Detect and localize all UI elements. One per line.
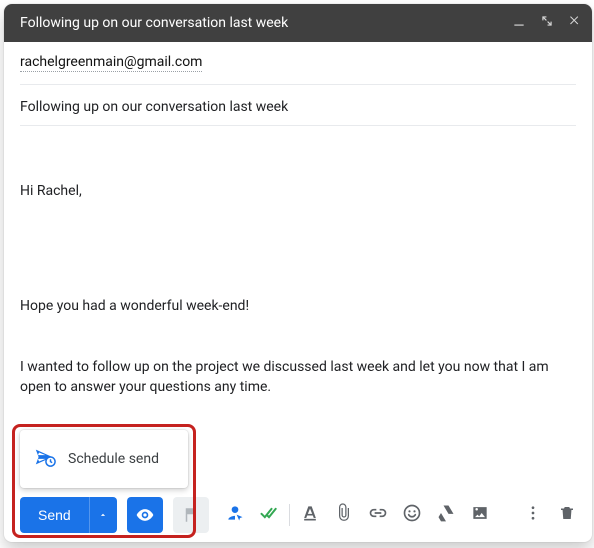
extension-icons [225,503,279,527]
reminder-flag-icon[interactable] [173,497,209,533]
double-check-icon[interactable] [259,503,279,527]
minimize-icon[interactable] [512,14,526,32]
to-field[interactable]: rachelgreenmain@gmail.com [20,54,202,72]
send-button-group: Send [20,497,117,533]
body-line: Hope you had a wonderful week-end! [20,296,576,316]
right-controls [524,504,576,526]
image-icon[interactable] [470,503,490,527]
link-icon[interactable] [368,503,388,527]
window-controls [512,14,582,32]
divider [289,504,290,526]
schedule-send-item[interactable]: Schedule send [20,436,188,482]
send-options-caret[interactable] [89,497,117,533]
window-title: Following up on our conversation last we… [20,15,512,31]
attach-icon[interactable] [334,503,354,527]
send-button[interactable]: Send [20,497,89,533]
subject-field[interactable]: Following up on our conversation last we… [20,99,576,115]
drive-icon[interactable] [436,503,456,527]
schedule-send-label: Schedule send [68,451,159,467]
close-icon[interactable] [568,14,582,32]
schedule-send-icon [34,446,56,472]
compose-toolbar: Send [4,488,592,542]
expand-icon[interactable] [540,14,554,32]
compose-content: rachelgreenmain@gmail.com Following up o… [4,42,592,488]
body-line: I wanted to follow up on the project we … [20,357,576,398]
divider [20,125,576,126]
send-options-popover: Schedule send [20,430,188,488]
compose-window: Following up on our conversation last we… [4,4,592,542]
discard-trash-icon[interactable] [558,504,576,526]
formatting-icons [300,503,490,527]
title-bar: Following up on our conversation last we… [4,4,592,42]
divider [20,84,576,85]
contact-extension-icon[interactable] [225,503,245,527]
text-format-icon[interactable] [300,503,320,527]
emoji-icon[interactable] [402,503,422,527]
tracking-eye-icon[interactable] [127,497,163,533]
more-options-icon[interactable] [524,504,542,526]
body-line: Hi Rachel, [20,181,576,201]
